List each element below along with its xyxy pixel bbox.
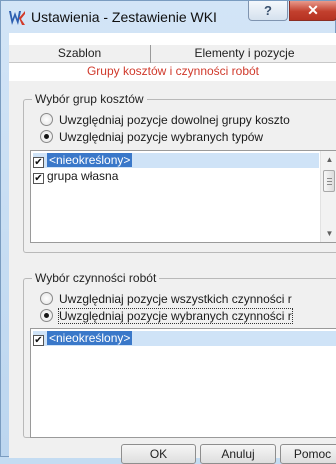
scroll-thumb[interactable] (323, 170, 335, 192)
cancel-button[interactable]: Anuluj (200, 444, 276, 464)
scroll-down-icon[interactable]: ▼ (321, 226, 336, 242)
close-icon: ✕ (307, 2, 319, 18)
radio-all-activities[interactable]: Uwzględniaj pozycje wszystkich czynności… (40, 292, 292, 308)
vertical-scrollbar[interactable]: ▲ ▼ (320, 151, 336, 242)
activities-legend: Wybór czynności robót (32, 271, 160, 285)
list-item[interactable]: ✔ <nieokreślony> (33, 331, 336, 346)
wki-app-icon (9, 11, 25, 25)
radio-button-checked[interactable] (40, 309, 53, 322)
title-bar[interactable]: Ustawienia - Zestawienie WKI ? ✕ (1, 1, 336, 33)
settings-window: Ustawienia - Zestawienie WKI ? ✕ Szablon… (0, 0, 336, 464)
list-item-label: grupa własna (47, 169, 119, 183)
grip-line (327, 178, 332, 179)
list-item-label: <nieokreślony> (47, 153, 133, 167)
radio-selected-activities[interactable]: Uwzględniaj pozycje wybranych czynności … (40, 308, 293, 325)
window-title: Ustawienia - Zestawienie WKI (31, 9, 217, 25)
grip-line (327, 184, 332, 185)
activities-list[interactable]: ✔ <nieokreślony> (30, 328, 336, 438)
radio-selected-types[interactable]: Uwzględniaj pozycje wybranych typów (40, 130, 263, 146)
grip-line (327, 181, 332, 182)
tab-panel: Wybór grup kosztów Uwzględniaj pozycje d… (9, 81, 336, 443)
cost-groups-legend: Wybór grup kosztów (32, 92, 147, 106)
tab-szablon[interactable]: Szablon (9, 45, 151, 63)
radio-label: Uwzględniaj pozycje wybranych czynności … (58, 308, 293, 324)
checkbox-checked[interactable]: ✔ (33, 173, 44, 184)
help-button[interactable]: Pomoc (280, 444, 336, 464)
tab-elementy-i-pozycje[interactable]: Elementy i pozycje (152, 45, 336, 63)
checkbox-checked[interactable]: ✔ (33, 335, 44, 346)
question-icon: ? (264, 3, 272, 18)
radio-label: Uwzględniaj pozycje dowolnej grupy koszt… (59, 113, 290, 127)
dialog-client: Szablon Elementy i pozycje Grupy kosztów… (9, 33, 336, 464)
radio-button-checked[interactable] (40, 130, 53, 143)
radio-any-cost-group[interactable]: Uwzględniaj pozycje dowolnej grupy koszt… (40, 113, 290, 129)
ok-button[interactable]: OK (121, 444, 196, 464)
radio-button[interactable] (40, 113, 53, 126)
checkbox-checked[interactable]: ✔ (33, 157, 44, 168)
cost-groups-group: Wybór grup kosztów Uwzględniaj pozycje d… (23, 92, 336, 253)
scroll-up-icon[interactable]: ▲ (321, 152, 336, 168)
radio-label: Uwzględniaj pozycje wszystkich czynności… (59, 292, 292, 306)
radio-label: Uwzględniaj pozycje wybranych typów (59, 130, 264, 144)
list-item[interactable]: ✔ <nieokreślony> (33, 153, 319, 168)
cost-groups-list[interactable]: ✔ <nieokreślony> ✔ grupa własna ▲ ▼ (30, 150, 336, 243)
button-bar: OK Anuluj Pomoc (9, 443, 336, 464)
tab-row: Szablon Elementy i pozycje (9, 45, 336, 63)
help-title-button[interactable]: ? (248, 1, 288, 21)
list-item-label: <nieokreślony> (47, 331, 133, 345)
list-item[interactable]: ✔ grupa własna (33, 169, 319, 184)
activities-group: Wybór czynności robót Uwzględniaj pozycj… (23, 271, 336, 438)
radio-button[interactable] (40, 292, 53, 305)
tab-grupy-kosztow[interactable]: Grupy kosztów i czynności robót (9, 63, 336, 81)
close-window-button[interactable]: ✕ (289, 1, 336, 21)
